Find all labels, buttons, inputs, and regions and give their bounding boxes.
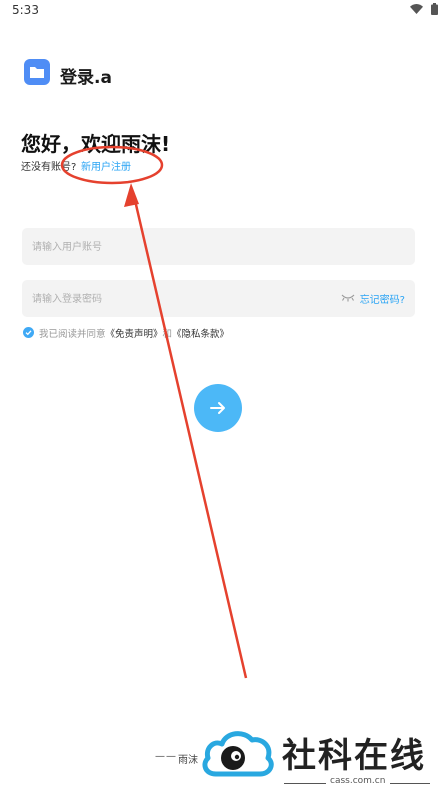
watermark-line-left [284,783,326,784]
annotation-arrow-head [124,183,139,207]
watermark-line-right [390,783,430,784]
annotation-overlay [60,145,248,679]
annotation-arrow-shaft [132,195,248,679]
annotation-ellipse [60,145,164,185]
footer-text: 雨沫 [178,755,198,766]
watermark-domain: cass.com.cn [330,776,386,786]
cloud-eye-logo-icon [202,731,274,777]
watermark-title: 社科在线 [282,736,426,776]
footer-dashes: —— [155,751,177,762]
